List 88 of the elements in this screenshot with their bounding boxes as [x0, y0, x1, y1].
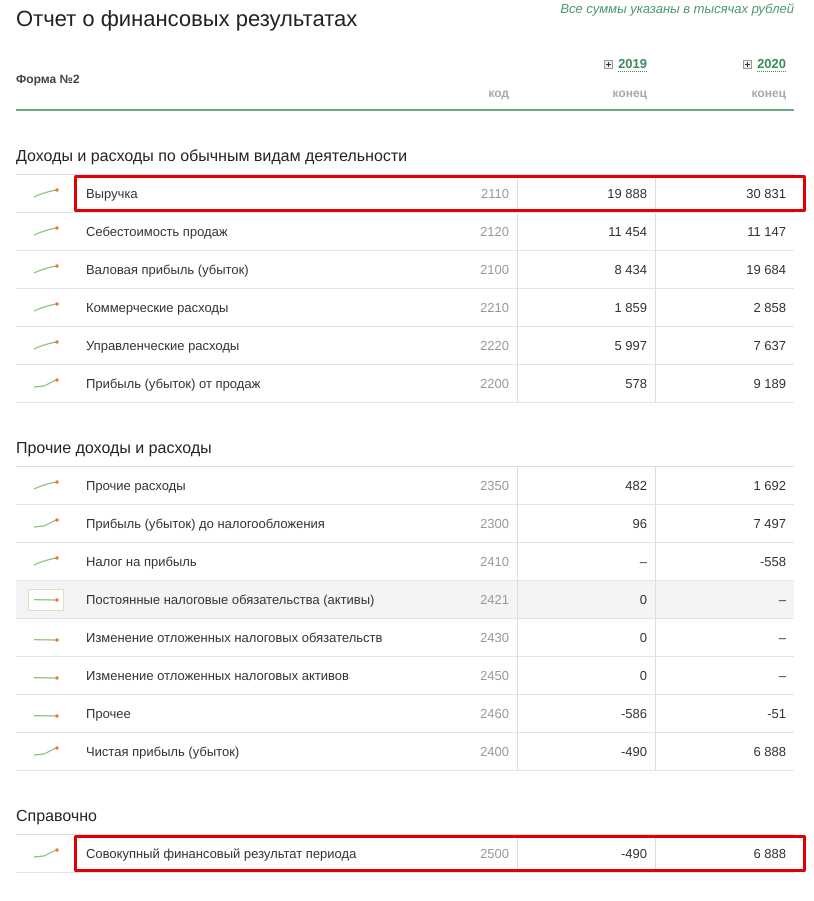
sparkline-icon	[33, 302, 59, 312]
row-label: Прибыль (убыток) до налогообложения	[86, 516, 325, 531]
table-cell: -51	[767, 706, 786, 721]
table-cell: 1 859	[614, 300, 647, 315]
table-cell: 7 497	[753, 516, 786, 531]
row-code: 2120	[480, 224, 509, 239]
row-code: 2410	[480, 554, 509, 569]
sparkline-icon	[33, 378, 59, 388]
row-label: Налог на прибыль	[86, 554, 197, 569]
row-code: 2421	[480, 592, 509, 607]
form-label: Форма №2	[16, 72, 81, 86]
table-cell: 0	[640, 592, 647, 607]
table-cell: 0	[640, 668, 647, 683]
row-label: Валовая прибыль (убыток)	[86, 262, 249, 277]
row-code: 2210	[480, 300, 509, 315]
row-label: Прочее	[86, 706, 131, 721]
row-code: 2350	[480, 478, 509, 493]
row-code: 2430	[480, 630, 509, 645]
sparkline-icon	[33, 188, 59, 198]
table-cell: -490	[620, 846, 647, 861]
row-code: 2450	[480, 668, 509, 683]
sparkline-icon	[33, 340, 59, 350]
row-code: 2100	[480, 262, 509, 277]
column-header: конец	[752, 86, 786, 100]
table-cell: 8 434	[614, 262, 647, 277]
sparkline-icon	[33, 598, 59, 602]
year-link[interactable]: 2019	[618, 56, 647, 72]
row-label: Постоянные налоговые обязательства (активы)	[86, 592, 374, 607]
row-code: 2200	[480, 376, 509, 391]
table-cell: 5 997	[614, 338, 647, 353]
row-label: Изменение отложенных налоговых активов	[86, 668, 349, 683]
table-cell: 6 888	[753, 846, 786, 861]
table-cell: –	[778, 630, 786, 645]
expand-icon[interactable]	[604, 60, 614, 68]
table-cell: 482	[625, 478, 647, 493]
row-label: Изменение отложенных налоговых обязательств	[86, 630, 382, 645]
sparkline-icon	[33, 226, 59, 236]
table-cell: -490	[620, 744, 647, 759]
row-label: Выручка	[86, 186, 138, 201]
row-label: Совокупный финансовый результат периода	[86, 846, 356, 861]
table-cell: 9 189	[753, 376, 786, 391]
sparkline-icon	[33, 676, 59, 680]
year-link[interactable]: 2020	[757, 56, 786, 72]
table-cell: 0	[640, 630, 647, 645]
row-code: 2460	[480, 706, 509, 721]
row-code: 2400	[480, 744, 509, 759]
sparkline-icon	[33, 714, 59, 718]
row-label: Прочие расходы	[86, 478, 186, 493]
table-cell: 11 147	[747, 224, 786, 239]
column-header: код	[488, 86, 509, 100]
column-header: конец	[612, 86, 647, 100]
row-label: Чистая прибыль (убыток)	[86, 744, 240, 759]
expand-icon[interactable]	[743, 60, 752, 68]
row-code: 2300	[480, 516, 509, 531]
row-code: 2500	[480, 846, 509, 861]
row-label: Прибыль (убыток) от продаж	[86, 376, 260, 391]
table-cell: 11 454	[608, 224, 647, 239]
section-title: Прочие доходы и расходы	[16, 440, 213, 458]
row-label: Себестоимость продаж	[86, 224, 228, 239]
sparkline-icon	[33, 264, 59, 274]
section-title: Справочно	[16, 808, 98, 826]
table-cell: 578	[625, 376, 647, 391]
table-cell: –	[640, 554, 647, 569]
table-cell: 7 637	[753, 338, 786, 353]
table-cell: 19 684	[746, 262, 786, 277]
row-label: Коммерческие расходы	[86, 300, 228, 315]
row-code: 2220	[480, 338, 509, 353]
sparkline-icon	[33, 848, 59, 858]
sparkline-icon	[33, 518, 59, 528]
sparkline-icon	[33, 556, 59, 566]
table-cell: -558	[760, 554, 786, 569]
table-cell: 19 888	[607, 186, 647, 201]
table-cell: 96	[632, 516, 647, 531]
table-cell: 6 888	[753, 744, 786, 759]
table-cell: -586	[620, 706, 647, 721]
table-cell: –	[778, 668, 786, 683]
sparkline-icon	[33, 480, 59, 490]
table-cell: 2 858	[753, 300, 786, 315]
sparkline-icon	[33, 746, 59, 756]
row-code: 2110	[481, 186, 509, 201]
section-title: Доходы и расходы по обычным видам деятельности	[16, 148, 408, 166]
table-cell: 1 692	[753, 478, 786, 493]
page-title: Отчет о финансовых результатах	[16, 6, 358, 32]
units-note: Все суммы указаны в тысячах рублей	[560, 1, 794, 16]
row-label: Управленческие расходы	[86, 338, 240, 353]
sparkline-icon	[33, 638, 59, 642]
table-cell: 30 831	[746, 186, 786, 201]
table-cell: –	[778, 592, 786, 607]
